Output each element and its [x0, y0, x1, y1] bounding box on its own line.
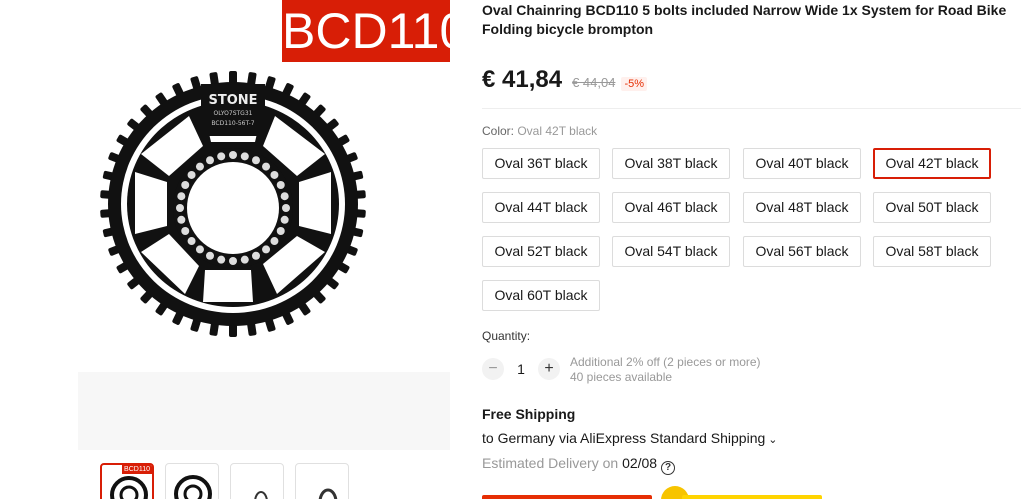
chainring-angle-thumb-icon: [318, 488, 338, 499]
option-oval-42t[interactable]: Oval 42T black: [873, 148, 991, 179]
model-text: BCD110-56T-7: [211, 120, 254, 127]
current-price: € 41,84: [482, 66, 563, 93]
bulk-discount-note: Additional 2% off (2 pieces or more): [570, 355, 761, 369]
decrease-quantity-button[interactable]: −: [482, 358, 504, 380]
option-oval-50t[interactable]: Oval 50T black: [873, 192, 991, 223]
price-row: € 41,84 € 44,04 -5%: [482, 66, 648, 94]
delivery-date: 02/08: [622, 455, 658, 471]
thumbnail-4[interactable]: [295, 463, 349, 499]
buy-now-button[interactable]: [482, 495, 652, 499]
option-oval-48t[interactable]: Oval 48T black: [743, 192, 861, 223]
chainring-thumb-icon: [110, 476, 148, 499]
brand-text: STONE: [208, 93, 257, 108]
original-price: € 44,04: [572, 75, 616, 90]
option-oval-38t[interactable]: Oval 38T black: [612, 148, 730, 179]
option-oval-40t[interactable]: Oval 40T black: [743, 148, 861, 179]
option-oval-36t[interactable]: Oval 36T black: [482, 148, 600, 179]
thumbnail-strip: BCD110: [100, 463, 349, 499]
divider: [482, 108, 1021, 109]
chainring-image: STONE OLYO7STG31 BCD110-56T-7: [100, 71, 366, 337]
chainring-thumb-icon: [174, 475, 212, 499]
option-oval-52t[interactable]: Oval 52T black: [482, 236, 600, 267]
estimated-delivery: Estimated Delivery on 02/08?: [482, 455, 676, 475]
option-oval-58t[interactable]: Oval 58T black: [873, 236, 991, 267]
option-oval-56t[interactable]: Oval 56T black: [743, 236, 861, 267]
option-oval-60t[interactable]: Oval 60T black: [482, 280, 600, 311]
stock-note: 40 pieces available: [570, 370, 673, 384]
bcd-banner: BCD110: [282, 0, 467, 62]
product-title: Oval Chainring BCD110 5 bolts included N…: [482, 2, 1007, 37]
chainring-side-thumb-icon: [254, 491, 268, 499]
selected-color-value: Oval 42T black: [517, 124, 598, 138]
option-oval-44t[interactable]: Oval 44T black: [482, 192, 600, 223]
increase-quantity-button[interactable]: +: [538, 358, 560, 380]
product-info: Oval Chainring BCD110 5 bolts included N…: [482, 0, 1021, 499]
thumbnail-1[interactable]: BCD110: [100, 463, 154, 499]
thumbnail-2[interactable]: [165, 463, 219, 499]
help-icon[interactable]: ?: [661, 461, 676, 475]
option-oval-46t[interactable]: Oval 46T black: [612, 192, 730, 223]
quantity-label: Quantity:: [482, 329, 531, 343]
color-label: Color: Oval 42T black: [482, 124, 598, 138]
add-to-cart-button[interactable]: [682, 495, 822, 499]
quantity-input[interactable]: 1: [504, 361, 538, 377]
product-gallery: STONE OLYO7STG31 BCD110-56T-7 BCD110 BCD…: [0, 0, 470, 499]
thumbnail-3[interactable]: [230, 463, 284, 499]
shipping-title: Free Shipping: [482, 406, 576, 422]
chevron-down-icon: ⌄: [768, 434, 778, 446]
option-oval-54t[interactable]: Oval 54T black: [612, 236, 730, 267]
quantity-stepper: − 1 +: [482, 356, 560, 382]
serial-text: OLYO7STG31: [214, 110, 253, 117]
gallery-shade: [78, 372, 450, 450]
shipping-method[interactable]: to Germany via AliExpress Standard Shipp…: [482, 430, 777, 446]
discount-badge: -5%: [621, 77, 648, 91]
quantity-note: Additional 2% off (2 pieces or more) 40 …: [570, 355, 761, 385]
